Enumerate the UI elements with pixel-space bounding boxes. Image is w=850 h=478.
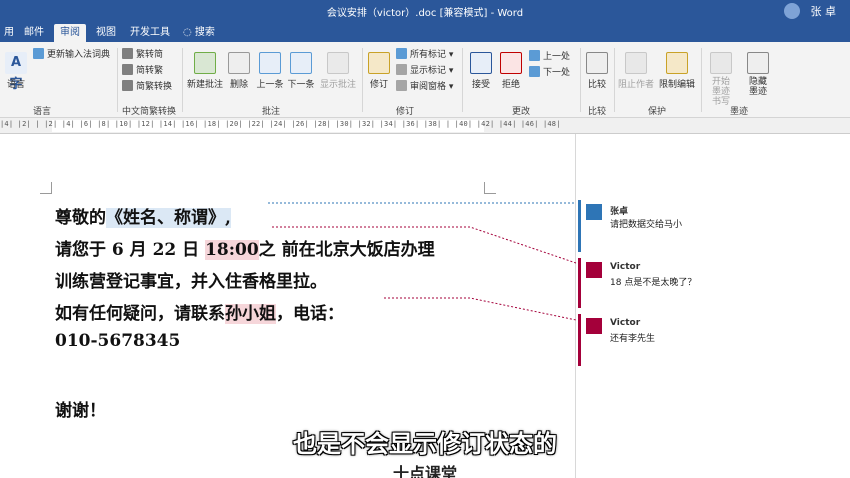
video-subtitle: 也是不会显示修订状态的	[293, 430, 557, 458]
comment-anchor-name[interactable]: 《姓名、称谓》,	[106, 208, 231, 228]
comment-bar	[578, 200, 581, 252]
avatar	[586, 262, 602, 278]
doc-line-3[interactable]: 训练营登记事宜，并入住香格里拉。	[55, 267, 327, 292]
watermark-text: 十点课堂	[392, 464, 457, 478]
connector-3	[384, 297, 577, 321]
comment-bar	[578, 258, 581, 308]
comment-text[interactable]: 还有李先生	[610, 331, 655, 344]
comment-author: 张卓	[610, 207, 629, 217]
comment-text[interactable]: 请把数据交给马小	[610, 217, 682, 230]
comment-anchor-contact[interactable]: 孙小姐	[225, 304, 276, 324]
comment-author: Victor	[610, 318, 641, 328]
doc-line-5[interactable]: 010-5678345	[55, 331, 180, 351]
comment-bar	[578, 314, 581, 366]
doc-line-2[interactable]: 请您于 6 月 22 日 18:00之 前在北京大饭店办理	[55, 235, 435, 260]
comment-2[interactable]: Victor 18 点是不是太晚了？	[578, 258, 848, 308]
avatar	[586, 204, 602, 220]
avatar	[586, 318, 602, 334]
doc-line-7[interactable]: 谢谢！	[55, 396, 106, 421]
comment-3[interactable]: Victor 还有李先生	[578, 314, 848, 366]
doc-line-1[interactable]: 尊敬的《姓名、称谓》,	[55, 203, 231, 228]
comment-anchor-time[interactable]: 18:00	[205, 240, 259, 260]
comment-text[interactable]: 18 点是不是太晚了？	[610, 275, 696, 288]
doc-line-4[interactable]: 如有任何疑问，请联系孙小姐，电话：	[55, 299, 344, 324]
comment-1[interactable]: 张卓 请把数据交给马小	[578, 200, 848, 252]
comment-author: Victor	[610, 262, 641, 272]
